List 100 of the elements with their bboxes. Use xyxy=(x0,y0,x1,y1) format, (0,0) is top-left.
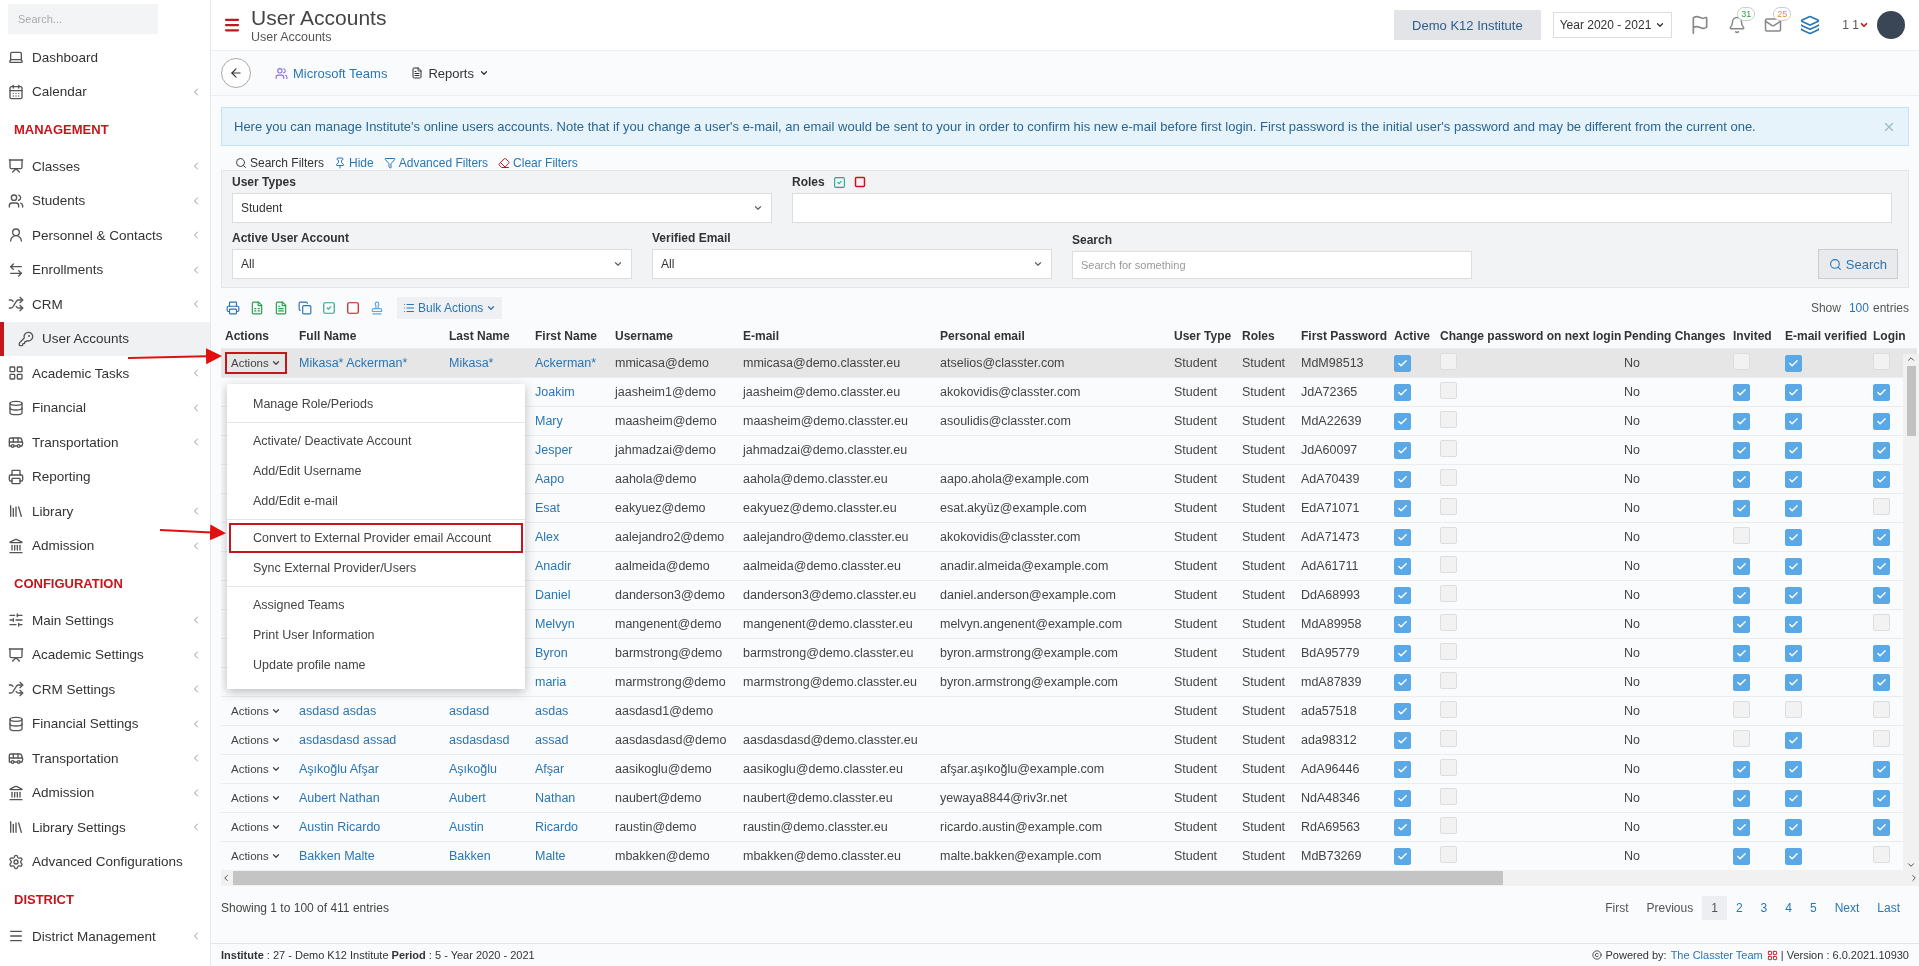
name-link[interactable]: Aşıkoğlu Afşar xyxy=(295,754,445,784)
checkbox[interactable] xyxy=(1785,499,1802,517)
menu-item[interactable]: Manage Role/Periods xyxy=(229,389,523,419)
page-link[interactable]: 2 xyxy=(1726,896,1752,920)
sidebar-item[interactable]: Academic Tasks xyxy=(0,356,210,391)
menu-item[interactable]: Add/Edit Username xyxy=(229,456,523,486)
name-link[interactable]: asdasdasd assad xyxy=(295,725,445,755)
checkbox[interactable] xyxy=(1733,615,1750,633)
sidebar-item[interactable]: User Accounts xyxy=(0,321,210,356)
checkbox[interactable] xyxy=(1873,644,1890,662)
menu-item[interactable]: Add/Edit e-mail xyxy=(229,486,523,516)
scroll-up-icon[interactable] xyxy=(1906,354,1916,364)
sidebar-item[interactable]: Admission xyxy=(0,528,210,563)
search-field[interactable]: Search for something xyxy=(1072,251,1472,279)
sidebar-item[interactable]: Calendar xyxy=(0,74,210,109)
page-link[interactable]: First xyxy=(1596,896,1638,920)
actions-dropdown[interactable]: Actions xyxy=(225,352,287,374)
checkbox[interactable] xyxy=(1394,499,1411,517)
checkbox[interactable] xyxy=(1733,644,1750,662)
sidebar-item[interactable]: Classes xyxy=(0,149,210,184)
page-link[interactable]: 4 xyxy=(1776,896,1801,920)
checkbox[interactable] xyxy=(1733,383,1750,401)
menu-item[interactable]: Sync External Provider/Users xyxy=(229,553,523,583)
column-header[interactable]: User Type xyxy=(1170,324,1238,349)
sidebar-item[interactable]: Main Settings xyxy=(0,603,210,638)
search-field[interactable]: Search... xyxy=(8,4,158,34)
name-link[interactable]: Austin xyxy=(445,812,531,842)
checkbox[interactable] xyxy=(1873,557,1890,575)
checkbox[interactable] xyxy=(1394,354,1411,372)
sidebar-item[interactable]: District Management xyxy=(0,919,210,954)
avatar[interactable] xyxy=(1877,11,1905,39)
name-link[interactable]: Afşar xyxy=(531,754,611,784)
name-link[interactable]: Aubert xyxy=(445,783,531,813)
back-button[interactable] xyxy=(221,58,251,88)
menu-item[interactable]: Activate/ Deactivate Account xyxy=(229,426,523,456)
checkbox[interactable] xyxy=(1785,847,1802,865)
toolbar-link[interactable]: Reports xyxy=(411,65,489,81)
name-link[interactable]: Nathan xyxy=(531,783,611,813)
page-link[interactable]: 1 xyxy=(1702,896,1727,920)
checkbox[interactable] xyxy=(1785,731,1802,749)
team-link[interactable]: The Classter Team xyxy=(1670,949,1763,961)
name-link[interactable]: Bakken xyxy=(445,841,531,870)
checkbox[interactable] xyxy=(1785,470,1802,488)
column-header[interactable]: Full Name xyxy=(295,324,445,349)
checkbox[interactable] xyxy=(1873,412,1890,430)
checkbox[interactable] xyxy=(1733,441,1750,459)
checkbox[interactable] xyxy=(1394,470,1411,488)
checkbox[interactable] xyxy=(1394,702,1411,720)
actions-dropdown[interactable]: Actions xyxy=(225,700,287,722)
checkbox[interactable] xyxy=(1733,818,1750,836)
user-label[interactable]: 1 1 xyxy=(1842,18,1859,32)
checkbox[interactable] xyxy=(1394,673,1411,691)
scroll-right-icon[interactable] xyxy=(1909,873,1919,883)
column-header[interactable]: Roles xyxy=(1238,324,1297,349)
name-link[interactable]: Byron xyxy=(531,638,611,668)
sidebar-item[interactable]: Financial xyxy=(0,390,210,425)
checkbox[interactable] xyxy=(1394,644,1411,662)
name-link[interactable]: Bakken Malte xyxy=(295,841,445,870)
name-link[interactable]: Joakim xyxy=(531,377,611,407)
sidebar-item[interactable]: Personnel & Contacts xyxy=(0,218,210,253)
column-header[interactable]: Actions xyxy=(221,324,295,349)
checkbox[interactable] xyxy=(1394,789,1411,807)
menu-item[interactable]: Convert to External Provider email Account xyxy=(229,523,523,553)
sidebar-item[interactable]: Students xyxy=(0,183,210,218)
checkbox[interactable] xyxy=(1873,673,1890,691)
printer-icon[interactable] xyxy=(226,301,240,315)
checkbox[interactable] xyxy=(1785,760,1802,778)
column-header[interactable]: Last Name xyxy=(445,324,531,349)
caret-icon[interactable] xyxy=(1859,20,1869,30)
select-field[interactable]: All xyxy=(232,249,632,279)
column-header[interactable]: E-mail xyxy=(739,324,936,349)
checkbox[interactable] xyxy=(1394,557,1411,575)
name-link[interactable]: asdasdasd xyxy=(445,725,531,755)
sidebar-item[interactable]: Advanced Configurations xyxy=(0,844,210,879)
bulk-actions-button[interactable]: Bulk Actions xyxy=(397,297,503,319)
column-header[interactable]: E-mail verified xyxy=(1781,324,1869,349)
name-link[interactable]: Alex xyxy=(531,522,611,552)
page-link[interactable]: 3 xyxy=(1751,896,1777,920)
name-link[interactable]: Aapo xyxy=(531,464,611,494)
sidebar-item[interactable]: Transportation xyxy=(0,741,210,776)
page-link[interactable]: Previous xyxy=(1637,896,1703,920)
checkbox[interactable] xyxy=(1394,412,1411,430)
checkbox[interactable] xyxy=(1873,760,1890,778)
vertical-scrollbar[interactable] xyxy=(1903,354,1919,870)
spreadsheet-icon[interactable] xyxy=(250,301,264,315)
name-link[interactable]: Daniel xyxy=(531,580,611,610)
square-icon[interactable] xyxy=(346,301,360,315)
checkbox[interactable] xyxy=(1785,789,1802,807)
checkbox[interactable] xyxy=(1873,586,1890,604)
checkbox[interactable] xyxy=(1785,586,1802,604)
checkbox[interactable] xyxy=(1733,847,1750,865)
year-select[interactable]: Year 2020 - 2021 xyxy=(1552,12,1673,38)
actions-dropdown[interactable]: Actions xyxy=(225,816,287,838)
sidebar-item[interactable]: Enrollments xyxy=(0,252,210,287)
layers-icon[interactable] xyxy=(1800,15,1821,35)
actions-dropdown[interactable]: Actions xyxy=(225,787,287,809)
scroll-down-icon[interactable] xyxy=(1906,860,1916,870)
sidebar-item[interactable]: Transportation xyxy=(0,425,210,460)
search-button[interactable]: Search xyxy=(1817,249,1898,279)
checkbox[interactable] xyxy=(1785,528,1802,546)
